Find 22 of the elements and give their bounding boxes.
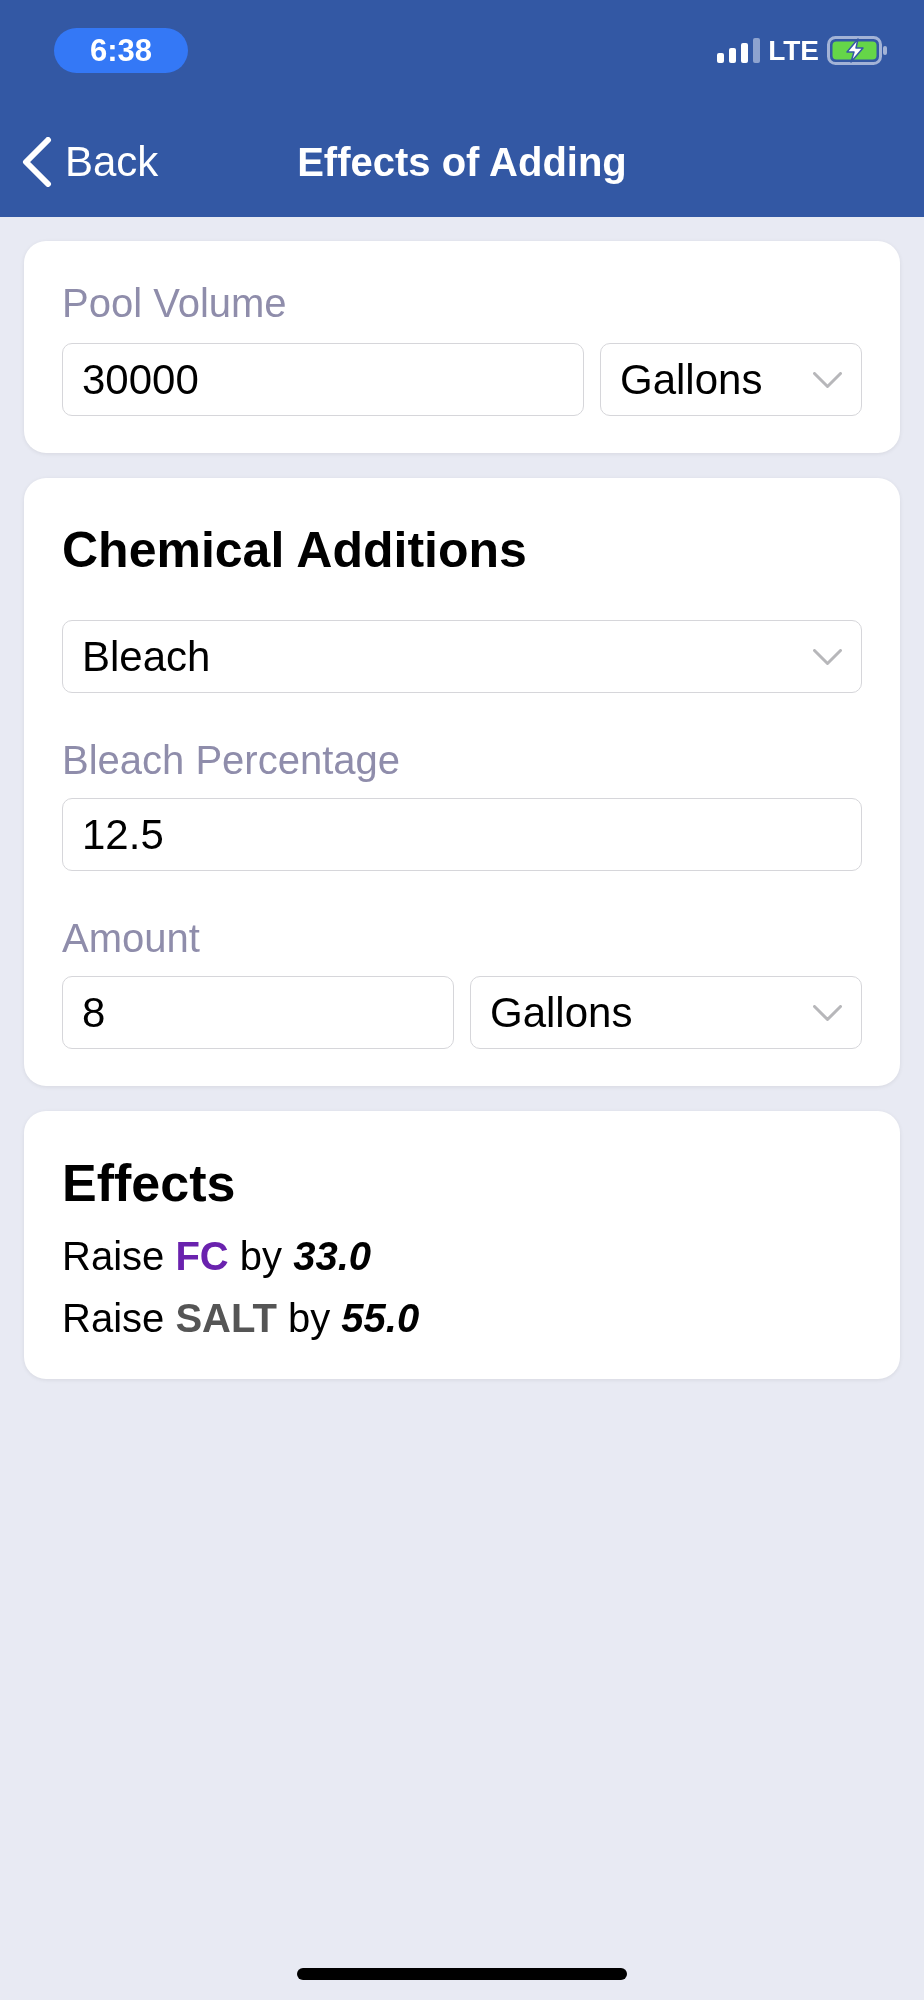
chevron-down-icon (813, 1004, 842, 1021)
percentage-input[interactable]: 12.5 (62, 798, 862, 871)
volume-input[interactable]: 30000 (62, 343, 584, 416)
field-label: Pool Volume (62, 280, 288, 326)
back-button[interactable]: Back (0, 137, 159, 187)
effect-line: Raise SALT by 55.0 (62, 1295, 420, 1342)
unit-dropdown[interactable]: Gallons (470, 976, 862, 1049)
effect-line: Raise FC by 33.0 (62, 1233, 372, 1280)
screen-title: Effects of Adding (297, 142, 627, 182)
field-label: Amount (62, 915, 201, 961)
card-heading: Chemical Additions (62, 521, 528, 579)
status-time: 6:38 (54, 28, 188, 73)
network-type-label: LTE (768, 36, 819, 65)
card-heading: Effects (62, 1153, 237, 1213)
unit-dropdown[interactable]: Gallons (600, 343, 862, 416)
field-label: Bleach Percentage (62, 737, 401, 783)
amount-input[interactable]: 8 (62, 976, 454, 1049)
chemical-dropdown[interactable]: Bleach (62, 620, 862, 693)
chevron-left-icon (22, 137, 52, 187)
chevron-down-icon (813, 371, 842, 388)
chevron-down-icon (813, 648, 842, 665)
signal-bars-icon (717, 38, 761, 63)
